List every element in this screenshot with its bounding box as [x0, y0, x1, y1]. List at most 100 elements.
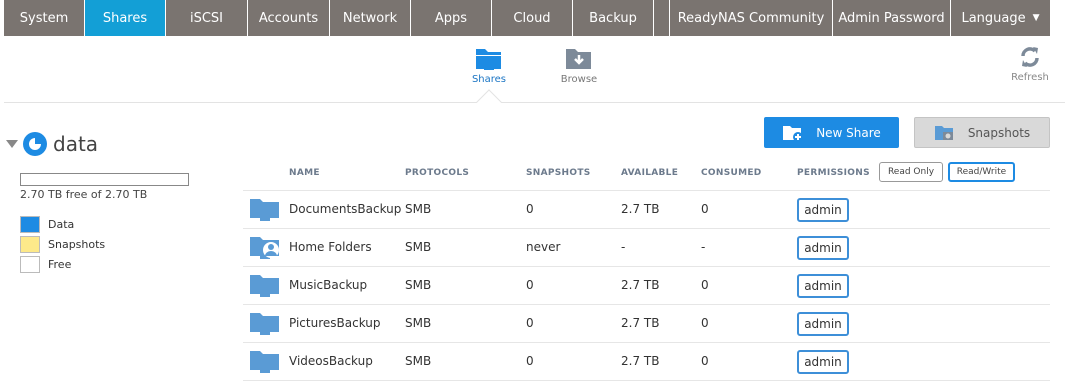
refresh-icon	[1021, 47, 1039, 67]
permission-label: admin	[804, 355, 842, 369]
new-share-label: New Share	[816, 125, 881, 140]
volume-name: data	[53, 132, 99, 156]
nav-readynas-community[interactable]: ReadyNAS Community	[670, 0, 833, 36]
header-name[interactable]: NAME	[289, 168, 320, 178]
snapshots-icon	[934, 125, 953, 140]
legend-item: Free	[20, 254, 105, 274]
table-row[interactable]: VideosBackup SMB 0 2.7 TB 0 admin	[243, 343, 1050, 381]
cell-consumed: 0	[701, 278, 709, 292]
nav-shares[interactable]: Shares	[85, 0, 166, 36]
header-snapshots[interactable]: SNAPSHOTS	[526, 168, 591, 178]
nav-system-label: System	[19, 10, 69, 26]
cell-consumed: 0	[701, 354, 709, 368]
subtab-shares[interactable]: Shares	[449, 45, 529, 85]
table-header: NAME PROTOCOLS SNAPSHOTS AVAILABLE CONSU…	[243, 157, 1050, 191]
nav-language-label: Language	[961, 10, 1026, 26]
volume-usage-bar	[20, 173, 189, 186]
nav-apps[interactable]: Apps	[411, 0, 492, 36]
table-row[interactable]: PicturesBackup SMB 0 2.7 TB 0 admin	[243, 305, 1050, 343]
permission-tag[interactable]: admin	[797, 198, 849, 222]
cell-available: 2.7 TB	[621, 316, 660, 330]
read-only-button[interactable]: Read Only	[879, 162, 943, 182]
read-write-label: Read/Write	[956, 167, 1007, 177]
refresh-label: Refresh	[1011, 72, 1049, 83]
subtab-shares-label: Shares	[471, 74, 507, 85]
snapshots-label: Snapshots	[967, 125, 1031, 140]
read-only-label: Read Only	[887, 167, 935, 177]
permission-label: admin	[804, 279, 842, 293]
top-navigation: System Shares iSCSI Accounts Network App…	[0, 0, 1069, 37]
nav-network-label: Network	[342, 10, 398, 26]
nav-cloud-label: Cloud	[513, 10, 551, 26]
home-folder-icon	[250, 237, 279, 259]
header-consumed[interactable]: CONSUMED	[701, 168, 762, 178]
cell-protocols: SMB	[405, 278, 432, 292]
folder-icon	[250, 275, 279, 297]
table-row[interactable]: Home Folders SMB never - - admin	[243, 229, 1050, 267]
cell-name: VideosBackup	[289, 354, 373, 368]
cell-consumed: -	[701, 240, 706, 254]
caret-down-icon: ▼	[1032, 13, 1040, 23]
header-permissions: PERMISSIONS	[797, 168, 870, 178]
shares-folder-icon	[476, 49, 501, 70]
table-row[interactable]: DocumentsBackup SMB 0 2.7 TB 0 admin	[243, 191, 1050, 229]
subtab-browse[interactable]: Browse	[539, 45, 619, 85]
cell-snapshots: 0	[526, 316, 534, 330]
permission-label: admin	[804, 203, 842, 217]
nav-accounts[interactable]: Accounts	[248, 0, 330, 36]
refresh-button[interactable]: Refresh	[1005, 45, 1055, 83]
header-available[interactable]: AVAILABLE	[621, 168, 678, 178]
nav-language-dropdown[interactable]: Language ▼	[951, 0, 1051, 36]
collapse-triangle-icon[interactable]	[6, 140, 18, 148]
nav-iscsi[interactable]: iSCSI	[166, 0, 248, 36]
cell-protocols: SMB	[405, 354, 432, 368]
new-share-button[interactable]: New Share	[764, 117, 899, 148]
cell-snapshots: 0	[526, 278, 534, 292]
cell-protocols: SMB	[405, 202, 432, 216]
sub-toolbar: Shares Browse Refresh	[4, 37, 1065, 115]
folder-icon	[250, 313, 279, 335]
cell-consumed: 0	[701, 202, 709, 216]
subtab-browse-label: Browse	[560, 74, 598, 85]
header-protocols[interactable]: PROTOCOLS	[405, 168, 469, 178]
permission-tag[interactable]: admin	[797, 236, 849, 260]
nav-admin-password-label: Admin Password	[838, 10, 945, 26]
volume-header: data	[4, 126, 204, 162]
folder-icon	[250, 199, 279, 221]
volume-panel: data 2.70 TB free of 2.70 TB Data Snapsh…	[4, 126, 204, 273]
nav-backup[interactable]: Backup	[573, 0, 654, 36]
nav-backup-label: Backup	[589, 10, 637, 26]
nav-system[interactable]: System	[4, 0, 85, 36]
legend-item: Snapshots	[20, 234, 105, 254]
cell-consumed: 0	[701, 316, 709, 330]
nav-cloud[interactable]: Cloud	[492, 0, 573, 36]
cell-snapshots: 0	[526, 354, 534, 368]
legend-item: Data	[20, 214, 105, 234]
nav-iscsi-label: iSCSI	[189, 10, 224, 26]
nav-network[interactable]: Network	[330, 0, 411, 36]
legend-label: Free	[48, 257, 72, 271]
volume-pie-icon	[23, 132, 47, 156]
legend-swatch-snapshots	[20, 235, 40, 253]
nav-shares-label: Shares	[102, 10, 148, 26]
legend-swatch-free	[20, 255, 40, 273]
cell-protocols: SMB	[405, 240, 432, 254]
permission-label: admin	[804, 317, 842, 331]
permission-tag[interactable]: admin	[797, 350, 849, 374]
cell-protocols: SMB	[405, 316, 432, 330]
snapshots-button[interactable]: Snapshots	[914, 117, 1050, 148]
read-write-button[interactable]: Read/Write	[948, 162, 1015, 182]
active-tab-pointer	[476, 89, 502, 115]
cell-available: 2.7 TB	[621, 354, 660, 368]
nav-apps-label: Apps	[434, 10, 468, 26]
permission-tag[interactable]: admin	[797, 312, 849, 336]
browse-folder-icon	[566, 49, 591, 69]
cell-available: 2.7 TB	[621, 202, 660, 216]
nav-readynas-community-label: ReadyNAS Community	[677, 10, 825, 26]
nav-admin-password[interactable]: Admin Password	[833, 0, 951, 36]
cell-name: Home Folders	[289, 240, 372, 254]
permission-tag[interactable]: admin	[797, 274, 849, 298]
cell-snapshots: 0	[526, 202, 534, 216]
table-row[interactable]: MusicBackup SMB 0 2.7 TB 0 admin	[243, 267, 1050, 305]
cell-name: DocumentsBackup	[289, 202, 402, 216]
